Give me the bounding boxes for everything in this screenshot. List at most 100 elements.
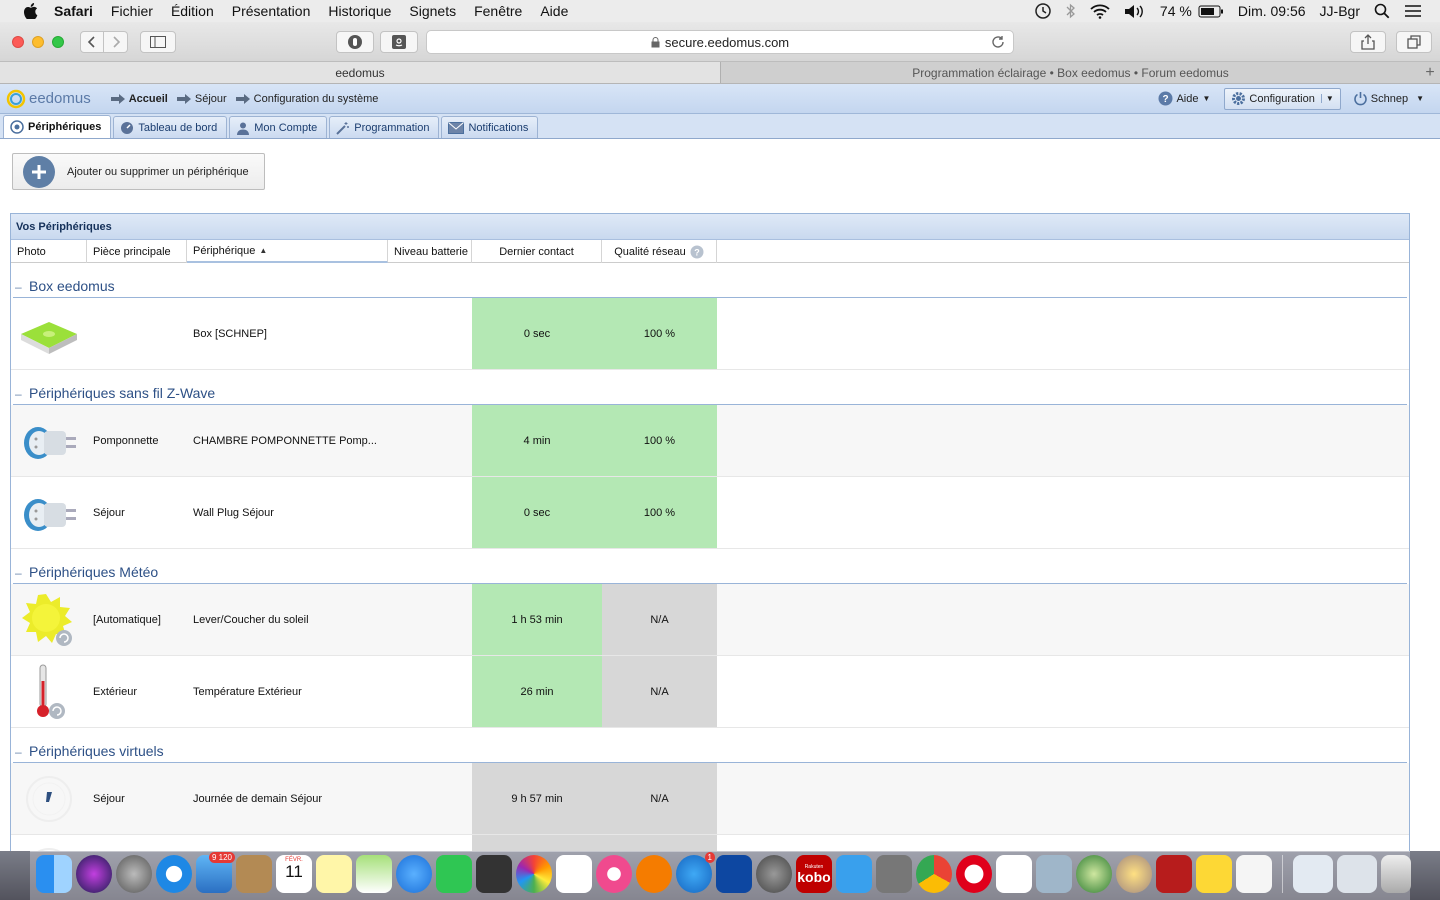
snowflake-app-icon[interactable] <box>996 855 1032 893</box>
preview-icon[interactable] <box>1036 855 1072 893</box>
group-title[interactable]: Périphériques virtuels <box>29 743 164 759</box>
books-icon[interactable] <box>636 855 672 893</box>
numbers-icon[interactable] <box>556 855 592 893</box>
column-header-qualite[interactable]: Qualité réseau ? <box>602 240 717 263</box>
mail-icon[interactable]: 9 120 <box>196 852 235 893</box>
kobo-icon[interactable]: Rakuten kobo <box>796 855 832 893</box>
bluetooth-icon[interactable] <box>1066 3 1076 19</box>
safari-dock-icon[interactable] <box>156 855 192 893</box>
group-title[interactable]: Périphériques Météo <box>29 564 158 580</box>
browser-tab-eedomus[interactable]: eedomus <box>0 62 720 83</box>
collapse-group-icon[interactable]: – <box>13 280 29 294</box>
system-preferences-icon[interactable] <box>756 855 792 893</box>
calendar-icon[interactable]: FÉVR. 11 <box>276 855 312 893</box>
calculator-icon[interactable] <box>876 855 912 893</box>
trash-icon[interactable] <box>1381 855 1411 893</box>
help-icon[interactable]: ? <box>690 245 704 259</box>
configuration-menu-button[interactable]: Configuration ▼ <box>1224 87 1341 110</box>
device-name-cell[interactable]: Wall Plug Séjour <box>187 477 387 548</box>
opera-icon[interactable] <box>956 855 992 893</box>
menu-signets[interactable]: Signets <box>409 3 456 19</box>
itunes-icon[interactable] <box>596 855 632 893</box>
add-remove-device-button[interactable]: Ajouter ou supprimer un périphérique <box>12 153 265 190</box>
malwarebytes-icon[interactable] <box>716 855 752 893</box>
app-store-icon[interactable]: 1 <box>676 852 715 893</box>
marvin-icon[interactable] <box>1196 855 1232 893</box>
breadcrumb-configuration[interactable]: Configuration du système <box>235 93 378 105</box>
minimize-window-button[interactable] <box>32 36 44 48</box>
column-header-peripherique[interactable]: Périphérique ▲ <box>187 240 388 263</box>
breadcrumb-sejour[interactable]: Séjour <box>176 93 227 105</box>
close-window-button[interactable] <box>12 36 24 48</box>
browser-tab-forum[interactable]: Programmation éclairage • Box eedomus • … <box>720 62 1420 83</box>
acrobat-icon[interactable] <box>1156 855 1192 893</box>
launchpad-icon[interactable] <box>116 855 152 893</box>
notes-icon[interactable] <box>316 855 352 893</box>
aide-menu-button[interactable]: ? Aide ▼ <box>1152 88 1216 110</box>
table-row[interactable]: Séjour Wall Plug Séjour 0 sec 100 % <box>11 477 1409 549</box>
battery-icon[interactable] <box>1198 5 1224 18</box>
tab-mon-compte[interactable]: Mon Compte <box>229 116 328 138</box>
breadcrumb-accueil[interactable]: Accueil <box>110 93 168 105</box>
device-name-cell[interactable]: Lever/Coucher du soleil <box>187 584 387 655</box>
documents-stack-icon[interactable] <box>1337 855 1377 893</box>
table-row[interactable]: Pomponnette CHAMBRE POMPONNETTE Pomp... 4 … <box>11 405 1409 477</box>
device-name-cell[interactable]: Box [SCHNEP] <box>187 298 387 369</box>
menu-historique[interactable]: Historique <box>328 3 391 19</box>
maps-icon[interactable] <box>356 855 392 893</box>
table-row[interactable]: [Automatique] Lever/Coucher du soleil 1 h … <box>11 584 1409 656</box>
tab-programmation[interactable]: Programmation <box>329 116 440 138</box>
siri-icon[interactable] <box>76 855 112 893</box>
column-header-photo[interactable]: Photo <box>11 240 87 263</box>
wifi-icon[interactable] <box>1090 4 1110 19</box>
share-button[interactable] <box>1350 31 1386 53</box>
apple-menu-icon[interactable] <box>20 3 42 19</box>
menu-presentation[interactable]: Présentation <box>232 3 311 19</box>
device-name-cell[interactable]: CHAMBRE POMPONNETTE Pomp... <box>187 405 387 476</box>
menu-aide[interactable]: Aide <box>540 3 568 19</box>
collapse-group-icon[interactable]: – <box>13 566 29 580</box>
collapse-group-icon[interactable]: – <box>13 387 29 401</box>
user-menu-button[interactable]: Schnep ▼ <box>1347 88 1430 110</box>
spotlight-icon[interactable] <box>1374 3 1390 19</box>
finder-icon[interactable] <box>36 855 72 893</box>
device-name-cell[interactable]: Température Extérieur <box>187 656 387 727</box>
back-button[interactable] <box>80 31 104 53</box>
facetime-icon[interactable] <box>436 855 472 893</box>
group-title[interactable]: Périphériques sans fil Z-Wave <box>29 385 215 401</box>
eedomus-logo[interactable]: eedomus <box>6 89 91 109</box>
menu-fenetre[interactable]: Fenêtre <box>474 3 522 19</box>
tab-tableau-de-bord[interactable]: Tableau de bord <box>113 116 228 138</box>
messages-icon[interactable] <box>396 855 432 893</box>
menubar-clock[interactable]: Dim. 09:56 <box>1238 3 1306 19</box>
group-title[interactable]: Box eedomus <box>29 278 115 294</box>
reload-icon[interactable] <box>991 35 1005 49</box>
chrome-icon[interactable] <box>916 855 952 893</box>
menu-app-safari[interactable]: Safari <box>54 3 93 19</box>
column-header-piece[interactable]: Pièce principale <box>87 240 187 263</box>
menu-edition[interactable]: Édition <box>171 3 214 19</box>
address-bar[interactable]: secure.eedomus.com <box>426 30 1014 54</box>
notification-center-icon[interactable] <box>1404 4 1422 18</box>
table-row[interactable]: Extérieur Température Extérieur 26 min N/A <box>11 656 1409 728</box>
column-header-batterie[interactable]: Niveau batterie <box>388 240 472 263</box>
menubar-user[interactable]: JJ-Bgr <box>1320 3 1360 19</box>
sidebar-button[interactable] <box>140 31 176 53</box>
table-row[interactable]: Box [SCHNEP] 0 sec 100 % <box>11 298 1409 370</box>
photos-icon[interactable] <box>516 855 552 893</box>
forward-button[interactable] <box>104 31 128 53</box>
new-tab-button[interactable]: + <box>1420 62 1440 83</box>
zoom-window-button[interactable] <box>52 36 64 48</box>
time-machine-icon[interactable] <box>1034 2 1052 20</box>
simplenote-icon[interactable] <box>836 855 872 893</box>
volume-icon[interactable] <box>1124 4 1146 19</box>
column-header-contact[interactable]: Dernier contact <box>472 240 602 263</box>
tree-app-icon[interactable] <box>1076 855 1112 893</box>
collapse-group-icon[interactable]: – <box>13 745 29 759</box>
photo-booth-icon[interactable] <box>476 855 512 893</box>
downloads-stack-icon[interactable] <box>1293 855 1333 893</box>
textedit-icon[interactable] <box>1236 855 1272 893</box>
contacts-icon[interactable] <box>236 855 272 893</box>
coin-app-icon[interactable] <box>1116 855 1152 893</box>
table-row[interactable]: Séjour Journée de demain Séjour 9 h 57 min… <box>11 763 1409 835</box>
